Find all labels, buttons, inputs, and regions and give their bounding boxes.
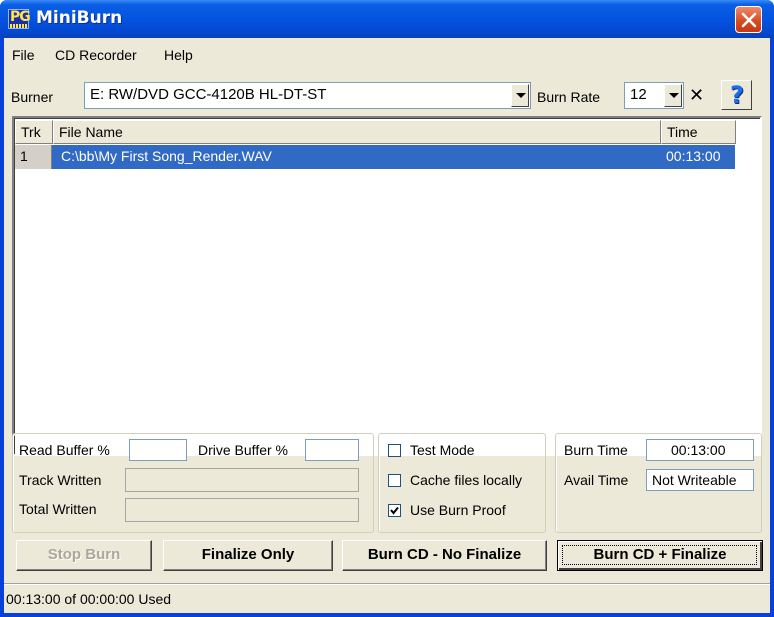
cache-files-checkbox[interactable]	[388, 474, 401, 487]
column-header-file-name[interactable]: File Name	[53, 120, 661, 144]
track-list[interactable]: Trk File Name Time 1 C:\bb\My First Song…	[12, 116, 762, 456]
status-text: 00:13:00 of 00:00:00 Used	[6, 591, 172, 607]
column-header-time[interactable]: Time	[661, 120, 736, 144]
window-title: MiniBurn	[36, 8, 123, 28]
burn-no-finalize-button[interactable]: Burn CD - No Finalize	[342, 540, 547, 571]
avail-time-field: Not Writeable	[646, 469, 754, 491]
burn-rate-select[interactable]: 12	[624, 82, 684, 109]
status-bar: 00:13:00 of 00:00:00 Used	[4, 584, 770, 613]
focus-ring	[562, 545, 757, 565]
menu-file[interactable]: File	[12, 47, 35, 63]
burn-time-label: Burn Time	[564, 442, 628, 458]
burn-finalize-button[interactable]: Burn CD + Finalize	[557, 540, 763, 571]
finalize-only-button[interactable]: Finalize Only	[163, 540, 333, 571]
check-icon	[390, 506, 399, 515]
burn-proof-checkbox[interactable]	[388, 504, 401, 517]
column-header-trk[interactable]: Trk	[15, 120, 53, 144]
table-row[interactable]: 1 C:\bb\My First Song_Render.WAV 00:13:0…	[15, 145, 735, 169]
stop-burn-button[interactable]: Stop Burn	[16, 540, 152, 571]
burner-label: Burner	[11, 89, 54, 105]
client-area: File CD Recorder Help Burner E: RW/DVD G…	[4, 38, 770, 613]
total-written-bar	[125, 498, 359, 522]
menu-cd-recorder[interactable]: CD Recorder	[55, 47, 137, 63]
drive-buffer-field	[305, 439, 359, 461]
title-bar[interactable]: PG MiniBurn	[0, 0, 774, 38]
cache-files-label[interactable]: Cache files locally	[410, 472, 522, 488]
app-window: PG MiniBurn File CD Recorder Help Burner…	[0, 0, 774, 617]
close-icon	[741, 12, 757, 28]
total-written-label: Total Written	[19, 501, 97, 517]
chevron-down-icon[interactable]	[664, 84, 682, 107]
track-written-bar	[125, 468, 359, 492]
x-icon[interactable]: ✕	[689, 85, 704, 106]
burn-time-value: 00:13:00	[671, 442, 726, 458]
read-buffer-label: Read Buffer %	[19, 442, 110, 458]
burner-select[interactable]: E: RW/DVD GCC-4120B HL-DT-ST	[84, 82, 531, 109]
row-file-name: C:\bb\My First Song_Render.WAV	[61, 148, 272, 164]
read-buffer-field	[129, 439, 187, 461]
menu-help[interactable]: Help	[164, 47, 193, 63]
burn-rate-value: 12	[630, 86, 647, 103]
burn-rate-label: Burn Rate	[537, 89, 601, 105]
drive-buffer-label: Drive Buffer %	[198, 442, 288, 458]
test-mode-checkbox[interactable]	[388, 444, 401, 457]
avail-time-value: Not Writeable	[652, 472, 737, 488]
test-mode-label[interactable]: Test Mode	[410, 442, 475, 458]
help-question-icon: ?	[730, 81, 744, 109]
burner-select-value: E: RW/DVD GCC-4120B HL-DT-ST	[90, 86, 327, 103]
avail-time-label: Avail Time	[564, 472, 629, 488]
burn-proof-label[interactable]: Use Burn Proof	[410, 502, 506, 518]
menu-bar: File CD Recorder Help	[4, 38, 770, 70]
close-button[interactable]	[735, 6, 762, 33]
burn-time-field: 00:13:00	[646, 439, 754, 461]
chevron-down-icon[interactable]	[511, 84, 529, 107]
track-written-label: Track Written	[19, 472, 102, 488]
row-time: 00:13:00	[666, 148, 721, 164]
help-button[interactable]: ?	[721, 80, 752, 110]
row-track-number: 1	[15, 145, 52, 169]
pg-music-icon[interactable]: PG	[8, 9, 31, 29]
